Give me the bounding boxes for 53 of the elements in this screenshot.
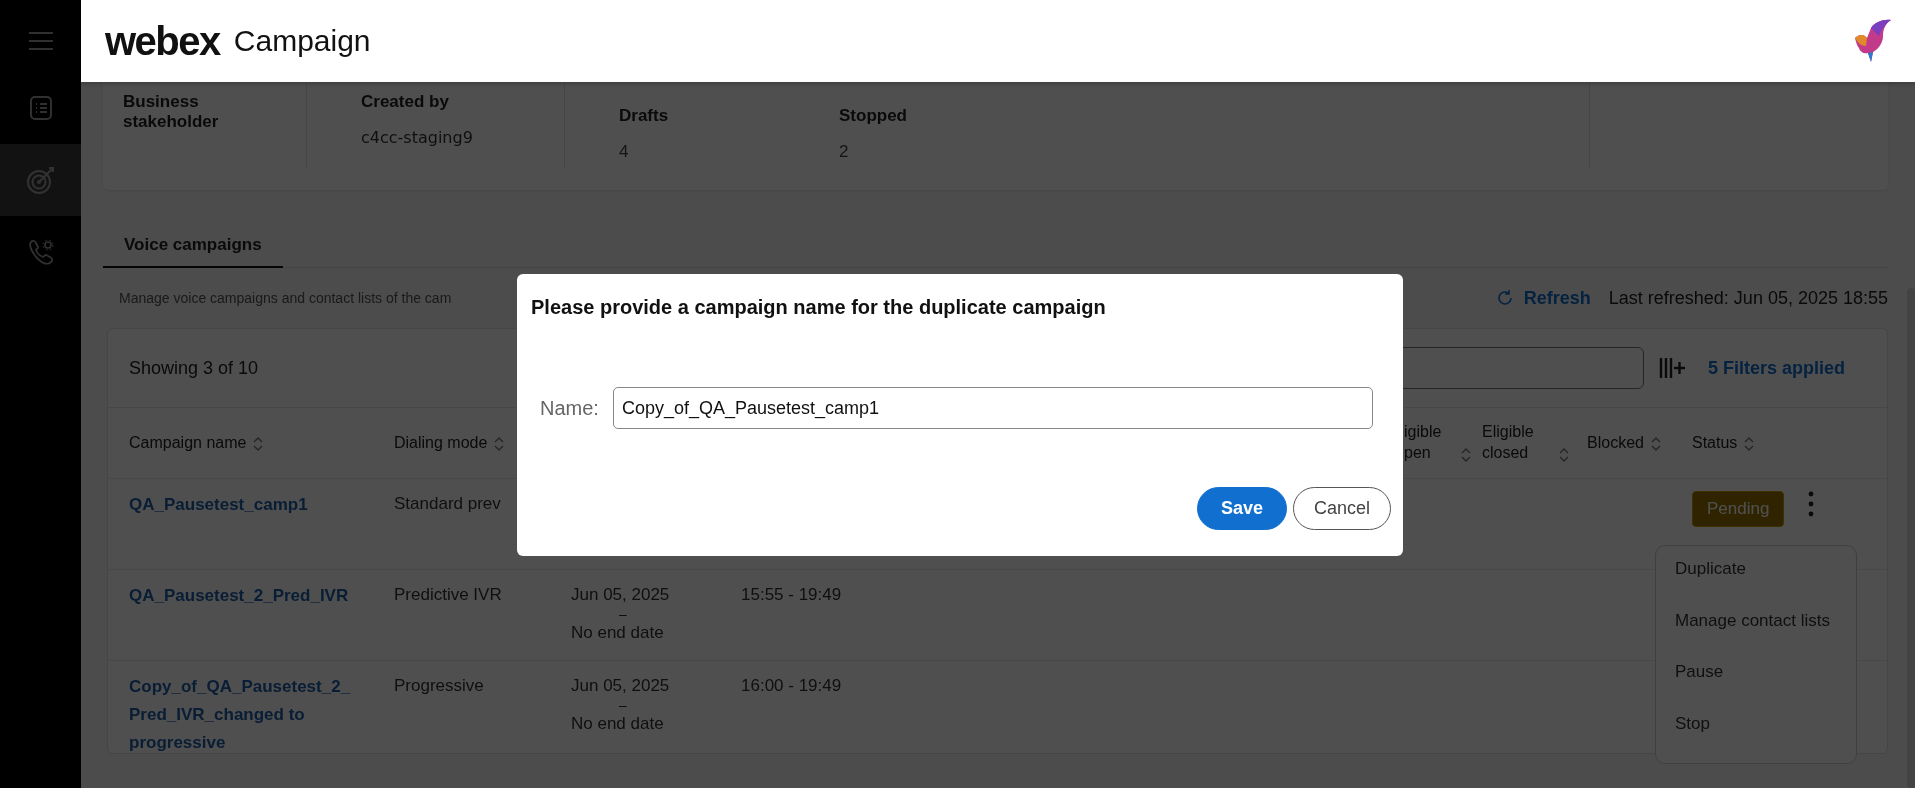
filters-link[interactable]: 5 Filters applied [1707, 357, 1845, 379]
date-separator: – [618, 608, 627, 620]
sidebar-item[interactable] [0, 144, 81, 216]
target-icon [25, 165, 56, 195]
table-cell-text: No end date [571, 713, 664, 735]
stat-label: Drafts [619, 106, 670, 126]
menu-item[interactable]: Duplicate [1657, 557, 1856, 609]
column-header[interactable]: Campaign name [129, 432, 247, 454]
column-header[interactable]: Dialing mode [394, 432, 488, 454]
table-cell-text: Standard prev [394, 493, 501, 515]
table-cell-text: 16:00 - 19:49 [741, 675, 842, 697]
campaign-name-input[interactable]: Copy_of_QA_Pausetest_camp1 [612, 387, 1373, 429]
table-cell-text: 15:55 - 19:49 [741, 584, 842, 606]
field-value: c4cc-staging9 [361, 128, 474, 147]
field-label: Business stakeholder [123, 92, 220, 132]
table-cell-text: Predictive IVR [394, 584, 502, 606]
result-count: Showing 3 of 10 [129, 357, 259, 379]
brand-logo: webex [105, 18, 220, 64]
menu-item[interactable]: Manage contact lists [1657, 608, 1856, 660]
column-header[interactable]: Status [1692, 432, 1738, 454]
date-separator: – [618, 699, 627, 711]
campaign-link[interactable]: QA_Pausetest_camp1 [129, 491, 355, 519]
bird-logo [1853, 18, 1893, 64]
refresh-button[interactable]: Refresh [1495, 287, 1591, 309]
table-cell-text: Progressive [394, 675, 484, 697]
tab[interactable]: Voice campaigns [103, 226, 283, 268]
more-options-icon[interactable] [1807, 491, 1815, 517]
table-cell-text: Jun 05, 2025 [571, 584, 670, 606]
stat-label: Stopped [839, 106, 908, 126]
menu-icon[interactable] [27, 31, 54, 51]
menu-item[interactable]: Stop [1657, 711, 1856, 763]
last-refreshed-text: Last refreshed: Jun 05, 2025 18:55 [1608, 287, 1888, 309]
campaign-link[interactable]: Copy_of_QA_Pausetest_2_Pred_IVR_changed to progressive [129, 673, 355, 753]
stat-value: 4 [619, 142, 630, 162]
columns-add-icon[interactable] [1657, 357, 1686, 379]
status-badge: Pending [1692, 491, 1785, 527]
cancel-button[interactable]: Cancel [1292, 487, 1391, 530]
table-cell-text: No end date [571, 622, 664, 644]
refresh-icon [1495, 289, 1514, 307]
phone-gear-icon [26, 238, 55, 266]
stat-value: 2 [839, 142, 850, 162]
field-label: Created by [361, 92, 450, 112]
column-header[interactable]: Blocked [1587, 432, 1644, 454]
column-header[interactable]: Eligible closed [1482, 422, 1552, 464]
list-icon [28, 95, 53, 121]
field-label: Name: [540, 396, 599, 420]
save-button[interactable]: Save [1196, 487, 1287, 530]
menu-item[interactable]: Pause [1657, 660, 1856, 712]
campaign-link[interactable]: QA_Pausetest_2_Pred_IVR [129, 582, 355, 610]
dialog-title: Please provide a campaign name for the duplicate campaign [531, 296, 1107, 319]
table-cell-text: Jun 05, 2025 [571, 675, 670, 697]
app-title: Campaign [233, 24, 371, 58]
column-header[interactable]: igible pen [1404, 422, 1454, 464]
